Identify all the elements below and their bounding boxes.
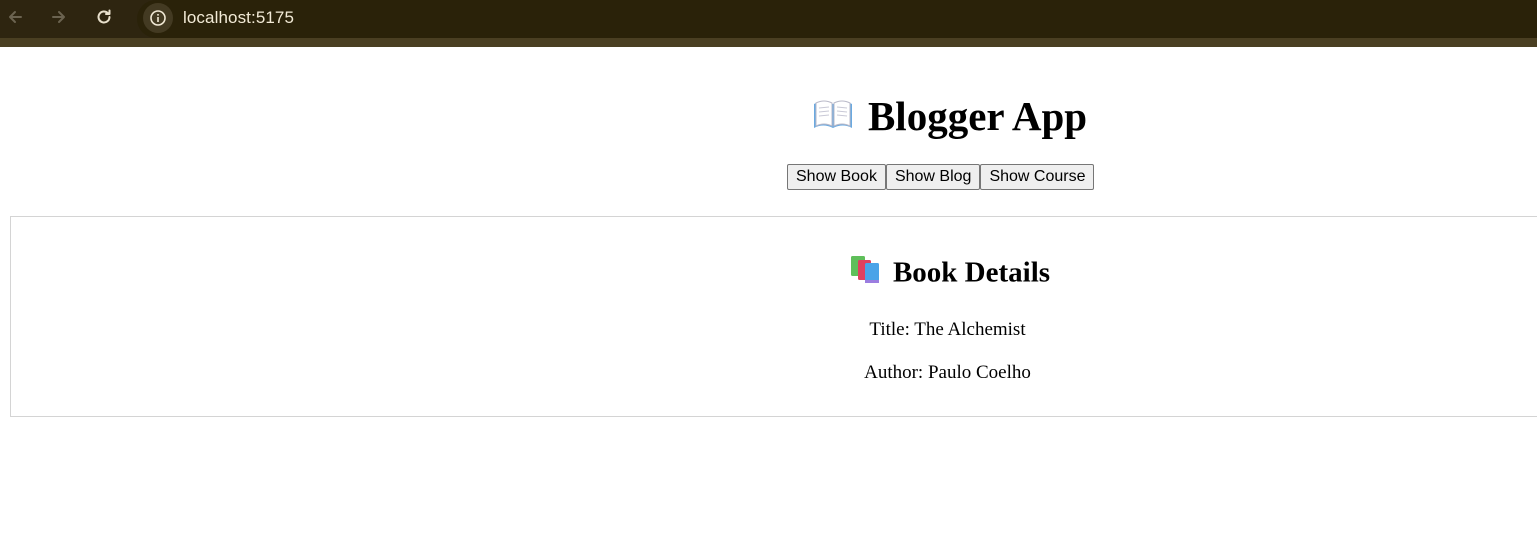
- book-details-card: [10, 216, 1537, 417]
- back-arrow-icon: [9, 11, 22, 23]
- toolbar-divider: [0, 38, 1537, 47]
- book-author-line: Author: Paulo Coelho: [864, 362, 1031, 383]
- books-icon: [849, 254, 881, 292]
- app-title: Blogger App: [0, 92, 1537, 145]
- view-switcher: Show Book Show Blog Show Course: [787, 164, 1095, 190]
- show-blog-button[interactable]: Show Blog: [885, 164, 981, 190]
- book-details-heading-text: Book Details: [892, 256, 1051, 289]
- browser-toolbar: localhost:5175: [0, 0, 1537, 47]
- show-book-button[interactable]: Show Book: [787, 164, 886, 190]
- reload-button[interactable]: [91, 4, 117, 30]
- show-course-button[interactable]: Show Course: [980, 164, 1095, 190]
- forward-arrow-icon: [52, 11, 65, 23]
- open-book-icon: [812, 94, 854, 142]
- forward-button[interactable]: [46, 4, 72, 30]
- book-details-heading: Book Details: [0, 256, 1537, 294]
- info-icon: [150, 10, 166, 26]
- reload-icon: [97, 9, 111, 24]
- site-info-button[interactable]: [143, 3, 173, 33]
- book-title-line: Title: The Alchemist: [869, 319, 1026, 340]
- address-bar[interactable]: [137, 0, 1537, 38]
- app-title-text: Blogger App: [867, 93, 1088, 139]
- back-button[interactable]: [2, 4, 28, 30]
- url-text[interactable]: localhost:5175: [183, 8, 294, 28]
